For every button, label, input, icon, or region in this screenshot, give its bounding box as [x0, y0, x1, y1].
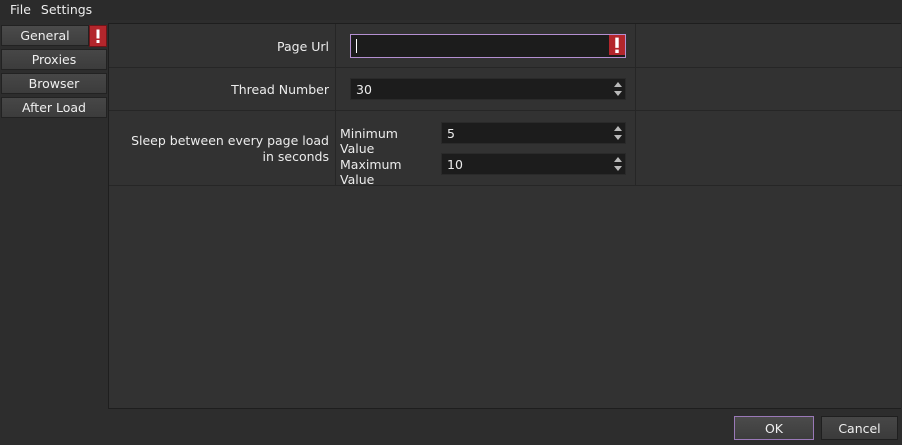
column-divider	[335, 24, 336, 185]
spin-down-icon[interactable]	[614, 166, 622, 171]
cancel-button[interactable]: Cancel	[821, 416, 898, 440]
sidebar-item-browser[interactable]: Browser	[1, 73, 107, 94]
spin-down-icon[interactable]	[614, 135, 622, 140]
page-url-label: Page Url	[277, 39, 329, 54]
thread-number-value: 30	[356, 81, 372, 97]
sidebar-item-label: General	[20, 28, 70, 43]
page-url-input[interactable]	[350, 34, 626, 58]
cancel-button-label: Cancel	[838, 420, 881, 436]
thread-number-spinbox[interactable]: 30	[350, 78, 626, 100]
sidebar-item-after-load[interactable]: After Load	[1, 97, 107, 118]
row-divider	[109, 185, 902, 186]
menu-file[interactable]: File	[0, 0, 36, 20]
spin-arrows-icon[interactable]	[612, 155, 624, 173]
exclamation-icon	[89, 25, 107, 47]
minimum-value: 5	[447, 125, 455, 141]
minimum-value-spinbox[interactable]: 5	[441, 122, 626, 144]
text-caret	[356, 39, 357, 53]
menu-bar: File Settings	[0, 0, 902, 20]
row-divider	[109, 110, 902, 111]
spin-up-icon[interactable]	[614, 82, 622, 87]
minimum-value-label: Minimum Value	[340, 126, 398, 156]
sidebar-item-proxies[interactable]: Proxies	[1, 49, 107, 70]
spin-down-icon[interactable]	[614, 91, 622, 96]
ok-button[interactable]: OK	[734, 416, 814, 440]
sidebar-item-label: After Load	[22, 100, 86, 115]
exclamation-icon	[609, 35, 625, 55]
spin-up-icon[interactable]	[614, 157, 622, 162]
sidebar-item-label: Proxies	[31, 52, 77, 67]
menu-settings[interactable]: Settings	[36, 0, 97, 20]
spin-arrows-icon[interactable]	[612, 80, 624, 98]
settings-window: File Settings General Proxies Browser Af…	[0, 0, 902, 445]
sleep-label: Sleep between every page load in seconds	[131, 133, 329, 164]
spin-up-icon[interactable]	[614, 126, 622, 131]
maximum-value-spinbox[interactable]: 10	[441, 153, 626, 175]
row-divider	[109, 67, 902, 68]
column-divider	[635, 24, 636, 185]
ok-button-label: OK	[764, 420, 784, 436]
maximum-value: 10	[447, 156, 463, 172]
spin-arrows-icon[interactable]	[612, 124, 624, 142]
sidebar-item-general[interactable]: General	[1, 25, 89, 46]
sidebar-item-label: Browser	[28, 76, 80, 91]
thread-number-label: Thread Number	[231, 82, 329, 97]
maximum-value-label: Maximum Value	[340, 157, 402, 187]
